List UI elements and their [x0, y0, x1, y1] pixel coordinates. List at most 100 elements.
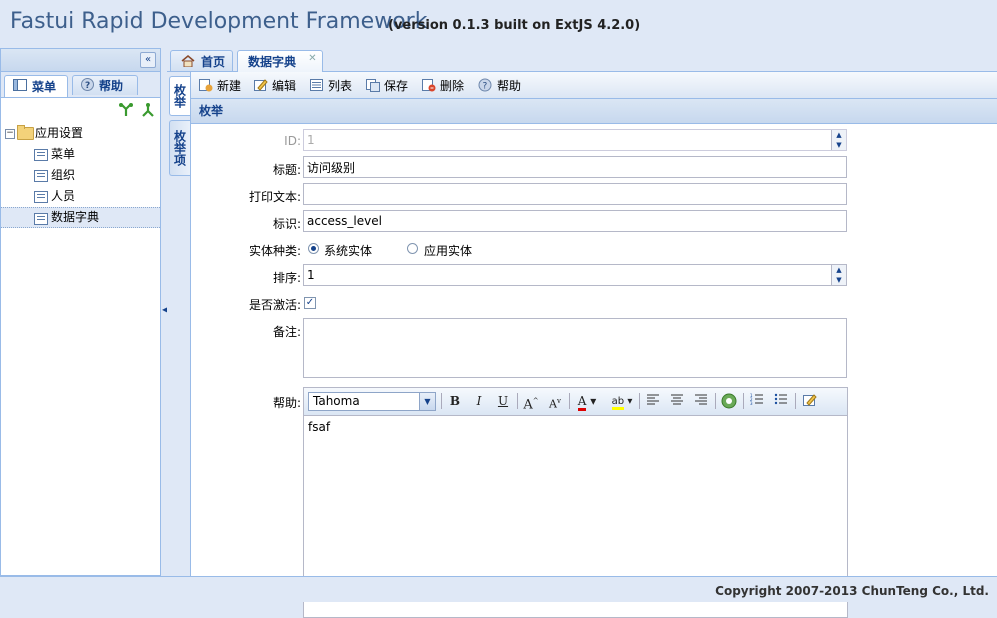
help-label: 帮助:: [272, 396, 301, 410]
footer: Copyright 2007-2013 ChunTeng Co., Ltd.: [0, 576, 997, 602]
print-text-label: 打印文本:: [248, 190, 301, 204]
identifier-input[interactable]: [303, 210, 847, 232]
delete-button[interactable]: 删除: [421, 76, 464, 94]
folder-icon: [17, 125, 34, 140]
form-panel-title: 枚举: [191, 99, 997, 124]
ordered-list-icon[interactable]: 123: [748, 393, 766, 410]
tree-node-menu[interactable]: 菜单: [1, 144, 160, 165]
entity-type-label: 实体种类:: [248, 244, 301, 258]
tree-node-organization[interactable]: 组织: [1, 165, 160, 186]
bold-icon[interactable]: B: [446, 393, 464, 410]
radio-system-entity-label: 系统实体: [324, 244, 373, 258]
toolbar-separator: [743, 393, 744, 409]
active-checkbox[interactable]: ✓: [304, 297, 316, 309]
west-panel: « 菜单 ? 帮助 − 应用设置 菜单 组织 人员 数据字典: [0, 48, 161, 576]
document-icon: [34, 149, 48, 161]
new-button[interactable]: 新建: [198, 76, 241, 94]
collapse-all-icon[interactable]: [140, 102, 156, 118]
tree-node-label: 应用设置: [35, 126, 84, 140]
tree-toolbar: [1, 98, 160, 122]
print-text-input[interactable]: [303, 183, 847, 205]
tab-help-label: 帮助: [99, 79, 124, 93]
menu-icon: [13, 79, 27, 94]
tab-home[interactable]: 首页: [170, 50, 233, 71]
app-title: Fastui Rapid Development Framework: [10, 9, 428, 34]
vtab-enum[interactable]: 枚举: [169, 76, 190, 116]
id-spinner: ▲ ▼: [831, 130, 846, 150]
order-spinner[interactable]: ▲ ▼: [831, 265, 846, 285]
tab-menu[interactable]: 菜单: [4, 75, 68, 97]
chevron-down-icon[interactable]: ▼: [419, 393, 435, 410]
id-value: 1: [307, 133, 315, 147]
delete-button-label: 删除: [440, 78, 465, 93]
center-tabbar: 首页 数据字典 ✕: [167, 48, 997, 72]
help-button[interactable]: ? 帮助: [478, 76, 521, 94]
west-panel-header: «: [1, 49, 160, 72]
toolbar-separator: [569, 393, 570, 409]
tree-collapse-icon[interactable]: −: [5, 129, 15, 139]
radio-app-entity-label: 应用实体: [424, 244, 473, 258]
svg-text:?: ?: [483, 82, 488, 92]
underline-icon[interactable]: U: [494, 393, 512, 410]
document-icon: [34, 191, 48, 203]
remark-textarea[interactable]: [303, 318, 847, 378]
order-field[interactable]: 1 ▲ ▼: [303, 264, 847, 286]
tree-node-data-dictionary[interactable]: 数据字典: [1, 207, 160, 228]
font-family-select[interactable]: Tahoma ▼: [308, 392, 436, 411]
id-field: 1 ▲ ▼: [303, 129, 847, 151]
italic-icon[interactable]: I: [470, 393, 488, 410]
decrease-font-size-icon[interactable]: Av: [546, 393, 564, 411]
save-button[interactable]: 保存: [365, 76, 408, 94]
tree-node-root[interactable]: − 应用设置: [1, 123, 160, 144]
link-icon[interactable]: [720, 393, 738, 410]
home-icon: [181, 55, 195, 68]
svg-text:?: ?: [85, 81, 90, 91]
editor-content[interactable]: fsaf: [308, 420, 330, 434]
list-button[interactable]: 列表: [309, 76, 352, 94]
copyright-text: Copyright 2007-2013 ChunTeng Co., Ltd.: [715, 584, 989, 598]
delete-icon: [421, 78, 436, 92]
unordered-list-icon[interactable]: [772, 393, 790, 410]
expand-all-icon[interactable]: [118, 102, 134, 118]
tree-node-label: 菜单: [51, 147, 76, 161]
west-tabbar: 菜单 ? 帮助: [1, 72, 160, 98]
order-label: 排序:: [272, 271, 301, 285]
identifier-label: 标识:: [272, 217, 301, 231]
collapse-panel-button[interactable]: «: [140, 52, 156, 68]
font-color-icon[interactable]: A ▾: [574, 393, 600, 411]
tree-node-personnel[interactable]: 人员: [1, 186, 160, 207]
document-icon: [34, 170, 48, 182]
vtab-enum-label: 枚举: [172, 84, 187, 108]
increase-font-size-icon[interactable]: A^: [522, 393, 540, 412]
edit-button[interactable]: 编辑: [253, 76, 296, 94]
tab-data-dictionary[interactable]: 数据字典 ✕: [237, 50, 323, 72]
spin-down-icon: ▼: [836, 141, 842, 149]
close-icon[interactable]: ✕: [307, 54, 318, 65]
align-left-icon[interactable]: [644, 393, 662, 410]
save-icon: [365, 78, 380, 92]
form-toolbar: 新建 编辑 列表 保存 删除 ? 帮助: [191, 72, 997, 99]
tab-home-label: 首页: [201, 54, 226, 69]
tab-help[interactable]: ? 帮助: [72, 75, 138, 95]
tab-menu-label: 菜单: [32, 80, 57, 94]
help-icon: ?: [81, 77, 94, 94]
spin-down-icon[interactable]: ▼: [832, 275, 846, 285]
spin-up-icon[interactable]: ▲: [832, 265, 846, 275]
toolbar-separator: [639, 393, 640, 409]
radio-system-entity[interactable]: [308, 243, 319, 254]
tree-node-label: 组织: [51, 168, 76, 182]
source-edit-icon[interactable]: [800, 393, 818, 410]
align-center-icon[interactable]: [668, 393, 686, 410]
edit-icon: [253, 78, 268, 92]
align-right-icon[interactable]: [692, 393, 710, 410]
highlight-color-icon[interactable]: ab ▾: [609, 393, 635, 410]
menu-tree: − 应用设置 菜单 组织 人员 数据字典: [1, 123, 160, 228]
radio-app-entity[interactable]: [407, 243, 418, 254]
title-input[interactable]: [303, 156, 847, 178]
toolbar-separator: [795, 393, 796, 409]
new-button-label: 新建: [217, 78, 242, 93]
toolbar-separator: [715, 393, 716, 409]
remark-label: 备注:: [272, 325, 301, 339]
toolbar-separator: [441, 393, 442, 409]
toolbar-separator: [517, 393, 518, 409]
